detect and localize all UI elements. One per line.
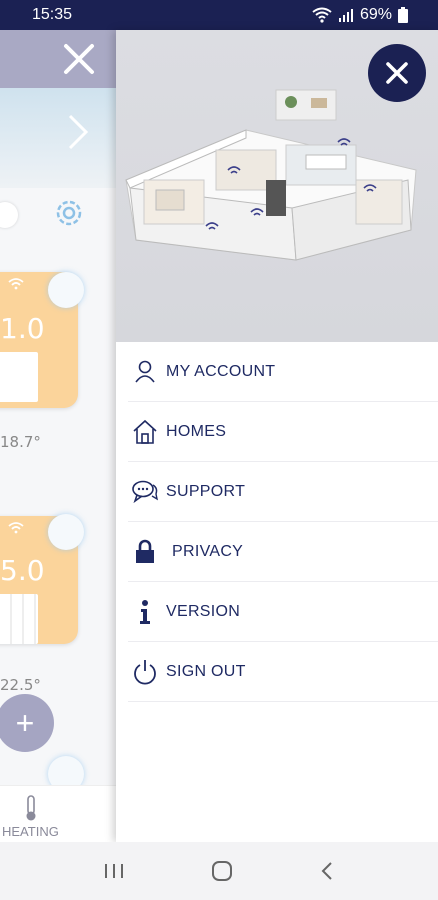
- background-app-panel: 1.0 18.7° 5.0 22.5° + HEATING: [0, 30, 116, 842]
- back-icon[interactable]: [319, 860, 335, 882]
- card-status-dot: [48, 514, 84, 550]
- menu-item-sign-out[interactable]: SIGN OUT: [128, 642, 438, 702]
- user-icon: [130, 357, 160, 387]
- tab-heating[interactable]: HEATING: [2, 824, 59, 839]
- close-drawer-button[interactable]: [368, 44, 426, 102]
- wifi-icon: [8, 522, 24, 534]
- card-setpoint: 5.0: [0, 554, 45, 587]
- menu-label: SIGN OUT: [166, 662, 246, 680]
- menu-item-version[interactable]: VERSION: [128, 582, 438, 642]
- mode-toggle[interactable]: [0, 202, 18, 228]
- gear-icon[interactable]: [52, 196, 86, 230]
- menu-label: MY ACCOUNT: [166, 362, 276, 380]
- signal-icon: [338, 8, 354, 22]
- bottom-tab-bar: HEATING: [0, 785, 116, 842]
- close-icon: [386, 62, 408, 84]
- card-setpoint: 1.0: [0, 312, 45, 345]
- background-header: [0, 30, 116, 88]
- status-bar: 15:35 69%: [0, 0, 438, 30]
- menu-label: SUPPORT: [166, 482, 246, 500]
- power-icon: [130, 657, 160, 687]
- thermometer-icon[interactable]: [22, 794, 40, 822]
- wifi-icon: [312, 7, 332, 23]
- menu-item-support[interactable]: SUPPORT: [128, 462, 438, 522]
- info-icon: [130, 597, 160, 627]
- drawer-menu: MY ACCOUNT HOMES SUPPORT PRIVACY VERSION: [116, 342, 438, 702]
- menu-item-privacy[interactable]: PRIVACY: [128, 522, 438, 582]
- floorplan-illustration: [116, 30, 438, 342]
- radiator-image: [0, 594, 38, 644]
- card-reading: 18.7°: [0, 433, 41, 451]
- card-status-dot: [48, 272, 84, 308]
- menu-label: PRIVACY: [172, 542, 244, 560]
- status-time: 15:35: [32, 6, 73, 23]
- card-reading: 22.5°: [0, 676, 41, 694]
- home-icon: [130, 417, 160, 447]
- close-icon[interactable]: [62, 42, 96, 76]
- weather-banner: [0, 88, 116, 188]
- menu-label: VERSION: [166, 602, 241, 620]
- side-drawer: MY ACCOUNT HOMES SUPPORT PRIVACY VERSION: [116, 30, 438, 842]
- home-button-icon[interactable]: [211, 860, 233, 882]
- lock-icon: [130, 537, 160, 567]
- chat-icon: [130, 477, 160, 507]
- thermostat-image: [0, 352, 38, 402]
- chevron-right-icon[interactable]: [66, 112, 90, 152]
- menu-item-homes[interactable]: HOMES: [128, 402, 438, 462]
- menu-item-my-account[interactable]: MY ACCOUNT: [128, 342, 438, 402]
- recent-apps-icon[interactable]: [103, 861, 125, 881]
- battery-icon: [398, 7, 408, 23]
- system-nav-bar: [0, 842, 438, 900]
- menu-label: HOMES: [166, 422, 227, 440]
- battery-percent: 69%: [359, 6, 392, 23]
- wifi-icon: [8, 278, 24, 290]
- add-device-button[interactable]: +: [0, 694, 54, 752]
